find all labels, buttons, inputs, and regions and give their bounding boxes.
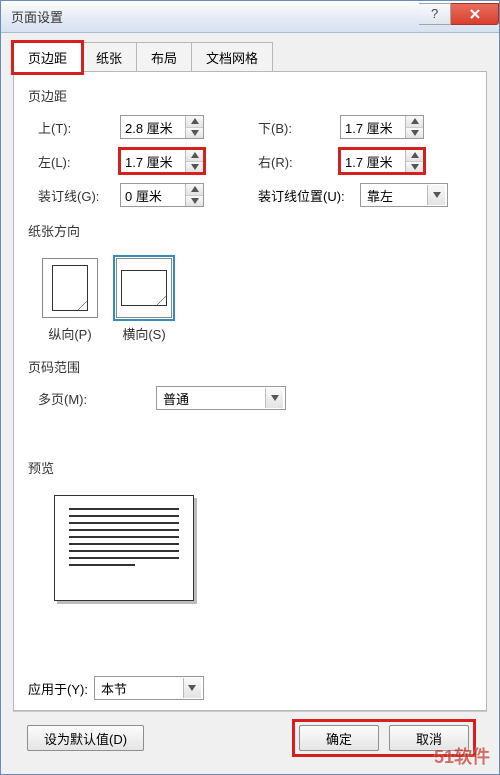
group-margins-title: 页边距 xyxy=(28,86,472,105)
input-top-field[interactable] xyxy=(121,118,185,137)
label-bottom: 下(B): xyxy=(258,118,334,137)
chevron-down-icon[interactable] xyxy=(183,678,201,698)
tab-panel: 页边距 上(T): 下(B): xyxy=(13,71,487,711)
select-gutter-pos[interactable]: 靠左 xyxy=(360,183,448,207)
page-setup-dialog: 页面设置 ? 页边距 纸张 布局 文档网格 页边距 上(T): xyxy=(0,0,500,775)
input-right[interactable] xyxy=(340,149,424,173)
input-left-field[interactable] xyxy=(121,152,185,171)
label-apply-to: 应用于(Y): xyxy=(28,679,88,698)
label-multipages: 多页(M): xyxy=(38,389,114,408)
label-right: 右(R): xyxy=(258,152,334,171)
group-pages-title: 页码范围 xyxy=(28,357,472,376)
portrait-icon xyxy=(42,258,98,318)
label-gutter: 装订线(G): xyxy=(38,186,114,205)
spin-down-icon[interactable] xyxy=(186,128,203,139)
tab-margins[interactable]: 页边距 xyxy=(13,42,82,73)
group-preview-title: 预览 xyxy=(28,458,472,477)
tab-grid[interactable]: 文档网格 xyxy=(191,42,273,73)
tab-paper[interactable]: 纸张 xyxy=(81,42,137,73)
input-gutter-field[interactable] xyxy=(121,186,185,205)
tab-layout[interactable]: 布局 xyxy=(136,42,192,73)
chevron-down-icon[interactable] xyxy=(427,185,445,205)
input-gutter[interactable] xyxy=(120,183,204,207)
input-top[interactable] xyxy=(120,115,204,139)
orientation-landscape[interactable]: 横向(S) xyxy=(116,258,172,343)
preview-thumbnail xyxy=(54,495,194,601)
label-gutter-pos: 装订线位置(U): xyxy=(258,186,354,205)
landscape-icon xyxy=(116,258,172,318)
titlebar: 页面设置 ? xyxy=(1,1,499,33)
chevron-down-icon[interactable] xyxy=(265,388,283,408)
input-bottom[interactable] xyxy=(340,115,424,139)
ok-button[interactable]: 确定 xyxy=(299,725,379,751)
close-button[interactable] xyxy=(451,3,499,25)
input-right-field[interactable] xyxy=(341,152,405,171)
input-bottom-field[interactable] xyxy=(341,118,405,137)
tab-strip: 页边距 纸张 布局 文档网格 xyxy=(13,41,487,72)
select-apply-to[interactable]: 本节 xyxy=(94,676,204,700)
dialog-footer: 设为默认值(D) 确定 取消 xyxy=(13,711,487,764)
orientation-portrait[interactable]: 纵向(P) xyxy=(42,258,98,343)
set-default-button[interactable]: 设为默认值(D) xyxy=(27,725,144,751)
label-top: 上(T): xyxy=(38,118,114,137)
window-title: 页面设置 xyxy=(11,7,419,26)
svg-text:?: ? xyxy=(431,8,438,20)
label-left: 左(L): xyxy=(38,152,114,171)
select-multipages[interactable]: 普通 xyxy=(156,386,286,410)
group-orientation-title: 纸张方向 xyxy=(28,221,472,240)
help-button[interactable]: ? xyxy=(419,3,451,25)
cancel-button[interactable]: 取消 xyxy=(389,725,469,751)
spin-up-icon[interactable] xyxy=(186,116,203,128)
input-left[interactable] xyxy=(120,149,204,173)
